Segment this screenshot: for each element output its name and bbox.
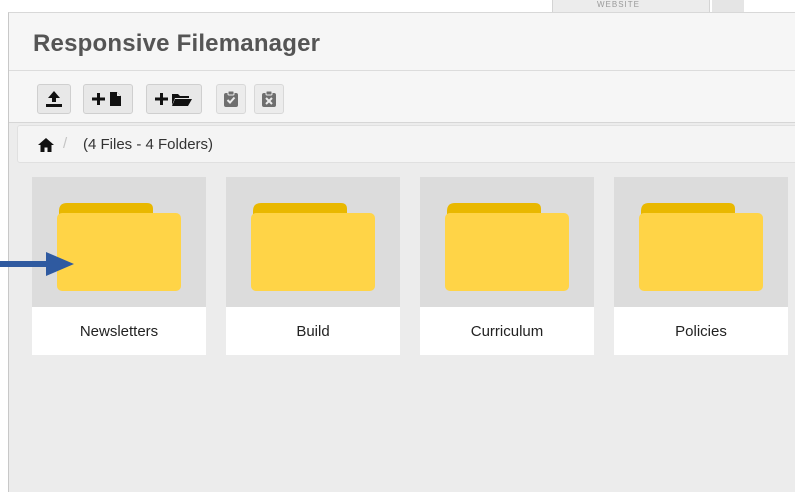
folder-icon bbox=[251, 203, 375, 291]
folder-tile-policies[interactable]: Policies bbox=[614, 177, 788, 355]
breadcrumb-summary: (4 Files - 4 Folders) bbox=[83, 136, 214, 153]
folder-tile-curriculum[interactable]: Curriculum bbox=[420, 177, 594, 355]
breadcrumb-separator: / bbox=[63, 135, 68, 152]
clipboard-check-icon bbox=[224, 90, 238, 107]
new-folder-button[interactable] bbox=[146, 84, 202, 114]
folder-name[interactable]: Policies bbox=[614, 307, 788, 355]
folder-thumbnail[interactable] bbox=[614, 177, 788, 307]
clipboard-x-icon bbox=[262, 90, 276, 107]
folder-name[interactable]: Curriculum bbox=[420, 307, 594, 355]
folder-name[interactable]: Build bbox=[226, 307, 400, 355]
paste-button[interactable] bbox=[216, 84, 246, 114]
folder-tile-build[interactable]: Build bbox=[226, 177, 400, 355]
breadcrumb: / (4 Files - 4 Folders) bbox=[17, 125, 795, 163]
window-header: Responsive Filemanager bbox=[9, 13, 795, 71]
folder-thumbnail[interactable] bbox=[226, 177, 400, 307]
home-icon[interactable] bbox=[38, 138, 54, 152]
folder-icon bbox=[445, 203, 569, 291]
window-title: Responsive Filemanager bbox=[33, 30, 321, 57]
folder-name[interactable]: Newsletters bbox=[32, 307, 206, 355]
clear-clipboard-button[interactable] bbox=[254, 84, 284, 114]
new-file-button[interactable] bbox=[83, 84, 133, 114]
folder-thumbnail[interactable] bbox=[420, 177, 594, 307]
folder-thumbnail[interactable] bbox=[32, 177, 206, 307]
toolbar bbox=[9, 71, 795, 123]
new-folder-icon bbox=[155, 93, 192, 106]
new-file-icon bbox=[92, 92, 121, 106]
arrow-right-icon bbox=[0, 252, 74, 276]
upload-button[interactable] bbox=[37, 84, 71, 114]
upload-icon bbox=[46, 91, 62, 107]
folder-icon bbox=[57, 203, 181, 291]
folder-icon bbox=[639, 203, 763, 291]
